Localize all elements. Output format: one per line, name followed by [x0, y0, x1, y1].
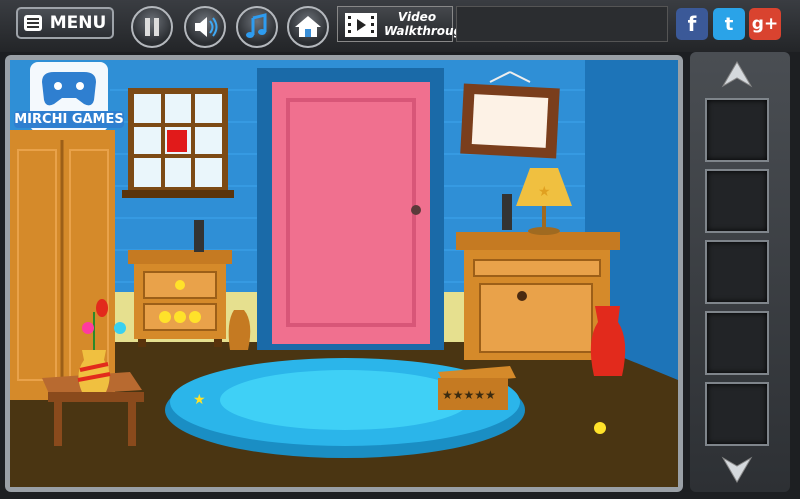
exit-door[interactable] — [257, 68, 444, 350]
menu-button[interactable]: MENU — [16, 7, 114, 39]
googleplus-button[interactable]: g+ — [749, 8, 781, 40]
inventory-down-button[interactable] — [715, 452, 759, 486]
message-bar — [456, 6, 668, 42]
game-scene: ★ ★ ★★★★★ MIRCHI GAMES — [10, 60, 678, 487]
home-button[interactable] — [287, 6, 329, 48]
pause-icon — [145, 18, 159, 36]
down-arrow-icon — [721, 456, 753, 483]
left-nightstand[interactable] — [128, 250, 232, 347]
sound-button[interactable] — [184, 6, 226, 48]
music-note-icon — [246, 13, 267, 38]
facebook-icon: f — [687, 12, 697, 36]
top-bar: MENU Video Walkthrough f t g+ — [0, 0, 800, 52]
red-window-pane[interactable] — [167, 130, 187, 152]
inventory-slot-4[interactable] — [705, 311, 769, 375]
window[interactable] — [122, 88, 234, 198]
pause-button[interactable] — [131, 6, 173, 48]
video-label-line1: Video — [397, 10, 437, 24]
menu-label: MENU — [49, 13, 107, 33]
facebook-button[interactable]: f — [676, 8, 708, 40]
floor-coin[interactable] — [594, 422, 606, 434]
film-icon — [345, 13, 377, 37]
inventory-slot-1[interactable] — [705, 98, 769, 162]
music-button[interactable] — [236, 6, 278, 48]
rug-star-icon[interactable]: ★ — [193, 392, 206, 408]
crate-star-code: ★★★★★ — [442, 388, 496, 402]
up-arrow-icon — [721, 61, 753, 88]
phone-on-nightstand[interactable] — [194, 220, 204, 252]
video-label-line2: Walkthrough — [384, 24, 471, 38]
twitter-button[interactable]: t — [713, 8, 745, 40]
inventory-slot-3[interactable] — [705, 240, 769, 304]
inventory-slot-5[interactable] — [705, 382, 769, 446]
inventory-slot-2[interactable] — [705, 169, 769, 233]
inventory-panel — [690, 52, 790, 492]
video-walkthrough-button[interactable]: Video Walkthrough — [337, 6, 471, 42]
twitter-icon: t — [724, 13, 734, 35]
hamburger-icon — [23, 15, 42, 31]
speaker-icon — [195, 17, 218, 37]
logo-text: MIRCHI GAMES — [14, 111, 124, 128]
home-icon — [295, 16, 321, 37]
phone-on-cabinet[interactable] — [502, 194, 512, 230]
inventory-up-button[interactable] — [715, 58, 759, 92]
small-brown-vase[interactable] — [228, 310, 251, 350]
googleplus-icon: g+ — [751, 14, 779, 34]
door-keyhole[interactable] — [411, 205, 421, 215]
svg-text:★: ★ — [538, 184, 551, 200]
